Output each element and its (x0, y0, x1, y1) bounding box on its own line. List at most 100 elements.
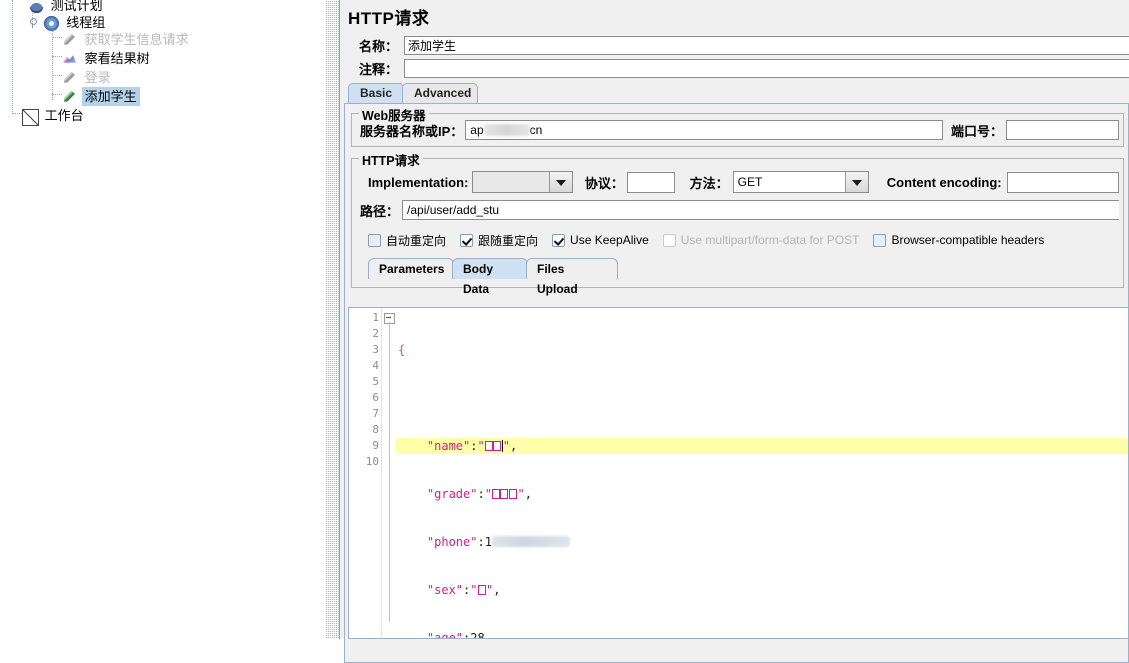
page-title: HTTP请求 (348, 9, 430, 28)
checkbox-box[interactable] (460, 233, 474, 247)
tree-item-add-student[interactable]: 添加学生 (62, 86, 140, 107)
checkbox-use-keepalive[interactable]: Use KeepAlive (552, 233, 649, 247)
line-number: 9 (372, 439, 379, 452)
panel-splitter[interactable] (326, 0, 340, 639)
cjk-missing-glyph (477, 585, 486, 595)
gear-icon (44, 15, 60, 31)
line-number: 7 (372, 407, 379, 420)
code-line: "sex":" ", (426, 583, 501, 597)
port-input[interactable] (1006, 120, 1119, 140)
server-row: 服务器名称或IP： ap cn 端口号： (356, 117, 1119, 143)
method-dropdown[interactable]: GET (732, 171, 869, 193)
code-line: "phone":1 (396, 534, 1128, 550)
checkbox-follow-redirect[interactable]: 跟随重定向 (460, 232, 538, 249)
request-options-row: 自动重定向 跟随重定向 Use KeepAlive Use multipart/… (368, 231, 1119, 249)
content-encoding-label: Content encoding: (886, 174, 1002, 190)
tree-item-label: 察看结果树 (84, 51, 150, 67)
tree-item-workbench[interactable]: 工作台 (22, 105, 87, 126)
path-input[interactable]: /api/user/add_stu (402, 200, 1119, 220)
server-value-redacted (483, 124, 530, 136)
editor-fold-column[interactable] (382, 308, 396, 638)
name-label: 名称： (358, 39, 398, 54)
checkbox-box (662, 233, 676, 247)
name-row: 名称： 添加学生 (344, 35, 1129, 56)
server-value-prefix: ap (470, 123, 484, 137)
json-key-sex: "sex" (426, 583, 464, 597)
age-value: 28 (470, 631, 485, 639)
line-number: 5 (372, 375, 379, 388)
implementation-dropdown[interactable] (472, 171, 573, 193)
tab-basic[interactable]: Basic (348, 83, 404, 103)
pipette-icon (62, 70, 78, 86)
main-tabbar: Basic Advanced (348, 83, 1129, 104)
json-open-brace: { (398, 343, 406, 357)
web-server-group: Web服务器 服务器名称或IP： ap cn 端口号： (351, 105, 1124, 147)
tab-parameters[interactable]: Parameters (368, 258, 454, 279)
tree-item-login[interactable]: 登录 (62, 67, 114, 86)
checkbox-box[interactable] (368, 233, 381, 247)
chevron-down-icon[interactable] (844, 172, 868, 192)
comment-label: 注释： (358, 62, 398, 77)
comment-row: 注释： (344, 58, 1129, 79)
checkbox-label: 跟随重定向 (478, 233, 539, 248)
cjk-missing-glyph (508, 489, 517, 499)
tree-item-label: 获取学生信息请求 (84, 32, 189, 48)
jmeter-window: 测试计划 线程组 获取学生信息请求 察看结果树 登录 添加学生 工作台 HTTP… (0, 0, 1129, 663)
line-number: 3 (372, 343, 379, 356)
name-input[interactable]: 添加学生 (404, 36, 1129, 55)
pipette-icon (62, 32, 78, 48)
checkbox-use-multipart: Use multipart/form-data for POST (662, 233, 860, 247)
comment-input[interactable] (404, 59, 1129, 78)
cjk-missing-glyph (484, 441, 493, 451)
line-number: 8 (372, 423, 379, 436)
implementation-row: Implementation: 协议： 方法： GET Content enco… (356, 168, 1119, 196)
body-data-editor[interactable]: 1 2 3 4 5 6 7 8 9 10 { "name":" ", "grade… (348, 307, 1129, 639)
phone-value-redacted (491, 536, 570, 547)
protocol-input[interactable] (626, 171, 675, 193)
line-number: 2 (372, 327, 379, 340)
checkbox-label: Browser-compatible headers (891, 233, 1045, 247)
method-value: GET (733, 172, 845, 192)
tree-item-label: 工作台 (44, 108, 84, 124)
chevron-down-icon[interactable] (548, 172, 572, 192)
json-key-age: "age" (426, 631, 464, 639)
path-label: 路径： (360, 203, 400, 219)
tree-expand-handle[interactable] (26, 16, 40, 30)
tab-body-data[interactable]: Body Data (452, 258, 528, 296)
tree-item-get-student-info[interactable]: 获取学生信息请求 (62, 29, 192, 48)
checkbox-browser-compatible-headers[interactable]: Browser-compatible headers (873, 233, 1044, 247)
protocol-label: 协议： (584, 175, 624, 191)
tree-connector (52, 94, 62, 95)
json-key-grade: "grade" (426, 487, 478, 501)
tree-connector (12, 113, 22, 114)
checkbox-auto-redirect[interactable]: 自动重定向 (368, 232, 446, 249)
checkbox-box[interactable] (873, 233, 887, 247)
code-line: { (396, 342, 1128, 358)
checkbox-label: Use KeepAlive (570, 233, 649, 247)
checkbox-box[interactable] (552, 233, 566, 247)
test-plan-tree-panel[interactable]: 测试计划 线程组 获取学生信息请求 察看结果树 登录 添加学生 工作台 (0, 0, 326, 639)
pipette-green-icon (62, 89, 78, 105)
cjk-missing-glyph (491, 489, 500, 499)
result-tree-icon (62, 51, 78, 67)
tab-files-upload[interactable]: Files Upload (526, 258, 618, 296)
server-name-input[interactable]: ap cn (465, 120, 943, 140)
tree-item-view-results-tree[interactable]: 察看结果树 (62, 48, 153, 67)
tree-connector (12, 0, 13, 112)
tree-connector (52, 75, 62, 76)
implementation-value (473, 172, 549, 192)
tab-advanced[interactable]: Advanced (402, 83, 478, 103)
editor-code-area[interactable]: { "name":" ", "grade":" ", "phone":1 "sex"… (396, 308, 1128, 638)
content-encoding-input[interactable] (1006, 171, 1119, 193)
phone-value-prefix: 1 (484, 535, 492, 549)
fold-guide-line (389, 322, 390, 622)
web-server-group-title: Web服务器 (359, 105, 429, 124)
path-row: 路径： /api/user/add_stu (356, 196, 1119, 224)
http-request-group: HTTP请求 Implementation: 协议： 方法： GET Conte… (351, 150, 1124, 296)
checkbox-label: Use multipart/form-data for POST (680, 233, 860, 247)
tree-item-label: 添加学生 (81, 87, 140, 107)
tree-connector (52, 56, 62, 57)
http-request-group-title: HTTP请求 (359, 150, 423, 169)
method-label: 方法： (689, 175, 729, 191)
